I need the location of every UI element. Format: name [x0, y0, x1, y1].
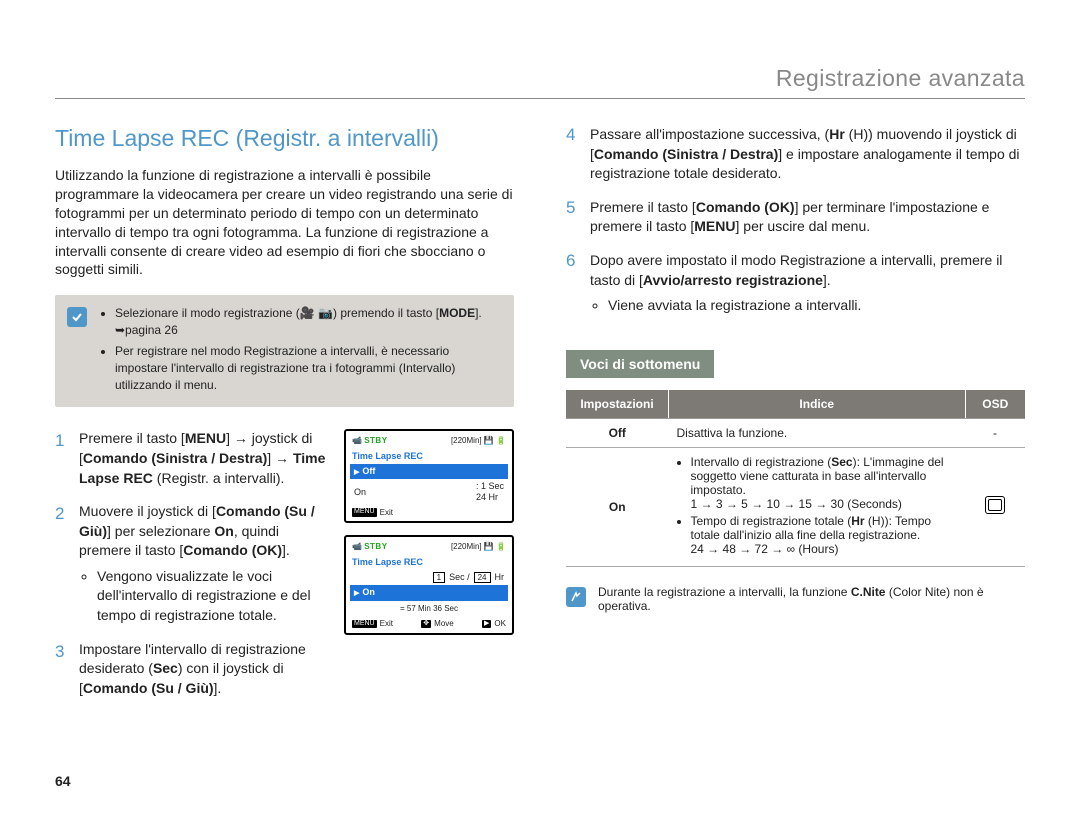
step-item: 3 Impostare l'intervallo di registrazion…: [55, 640, 334, 699]
submenu-heading: Voci di sottomenu: [566, 350, 714, 378]
chapter-title: Registrazione avanzata: [776, 65, 1025, 92]
th-settings: Impostazioni: [566, 390, 669, 419]
intro-paragraph: Utilizzando la funzione di registrazione…: [55, 166, 514, 279]
note-item: Per registrare nel modo Registrazione a …: [115, 343, 502, 393]
submenu-table: Impostazioni Indice OSD Off Disattiva la…: [566, 390, 1025, 567]
step-item: 4 Passare all'impostazione successiva, (…: [566, 125, 1025, 184]
section-title: Time Lapse REC (Registr. a intervalli): [55, 125, 514, 152]
page-number: 64: [55, 773, 71, 789]
lcd-previews: 📹 STBY [220Min] 💾 🔋 Time Lapse REC Off O…: [344, 429, 514, 647]
video-icon: 🎥: [300, 306, 315, 320]
divider: [55, 98, 1025, 99]
step-item: 2 Muovere il joystick di [Comando (Su / …: [55, 502, 334, 626]
th-osd: OSD: [965, 390, 1025, 419]
table-row: On Intervallo di registrazione (Sec): L'…: [566, 447, 1025, 566]
note-icon: [566, 587, 586, 607]
photo-icon: 📷: [318, 306, 333, 320]
table-row: Off Disattiva la funzione. -: [566, 418, 1025, 447]
th-index: Indice: [669, 390, 966, 419]
step-item: 1 Premere il tasto [MENU] → joystick di …: [55, 429, 334, 488]
precondition-note: Selezionare il modo registrazione (🎥 📷) …: [55, 295, 514, 407]
timelapse-osd-icon: [985, 496, 1005, 514]
tip-note: Durante la registrazione a intervalli, l…: [566, 585, 1025, 613]
note-item: Selezionare il modo registrazione (🎥 📷) …: [115, 305, 502, 339]
step-item: 6 Dopo avere impostato il modo Registraz…: [566, 251, 1025, 316]
lcd-preview-1: 📹 STBY [220Min] 💾 🔋 Time Lapse REC Off O…: [344, 429, 514, 523]
lcd-preview-2: 📹 STBY [220Min] 💾 🔋 Time Lapse REC 1Sec …: [344, 535, 514, 635]
step-item: 5 Premere il tasto [Comando (OK)] per te…: [566, 198, 1025, 237]
check-icon: [67, 307, 87, 327]
